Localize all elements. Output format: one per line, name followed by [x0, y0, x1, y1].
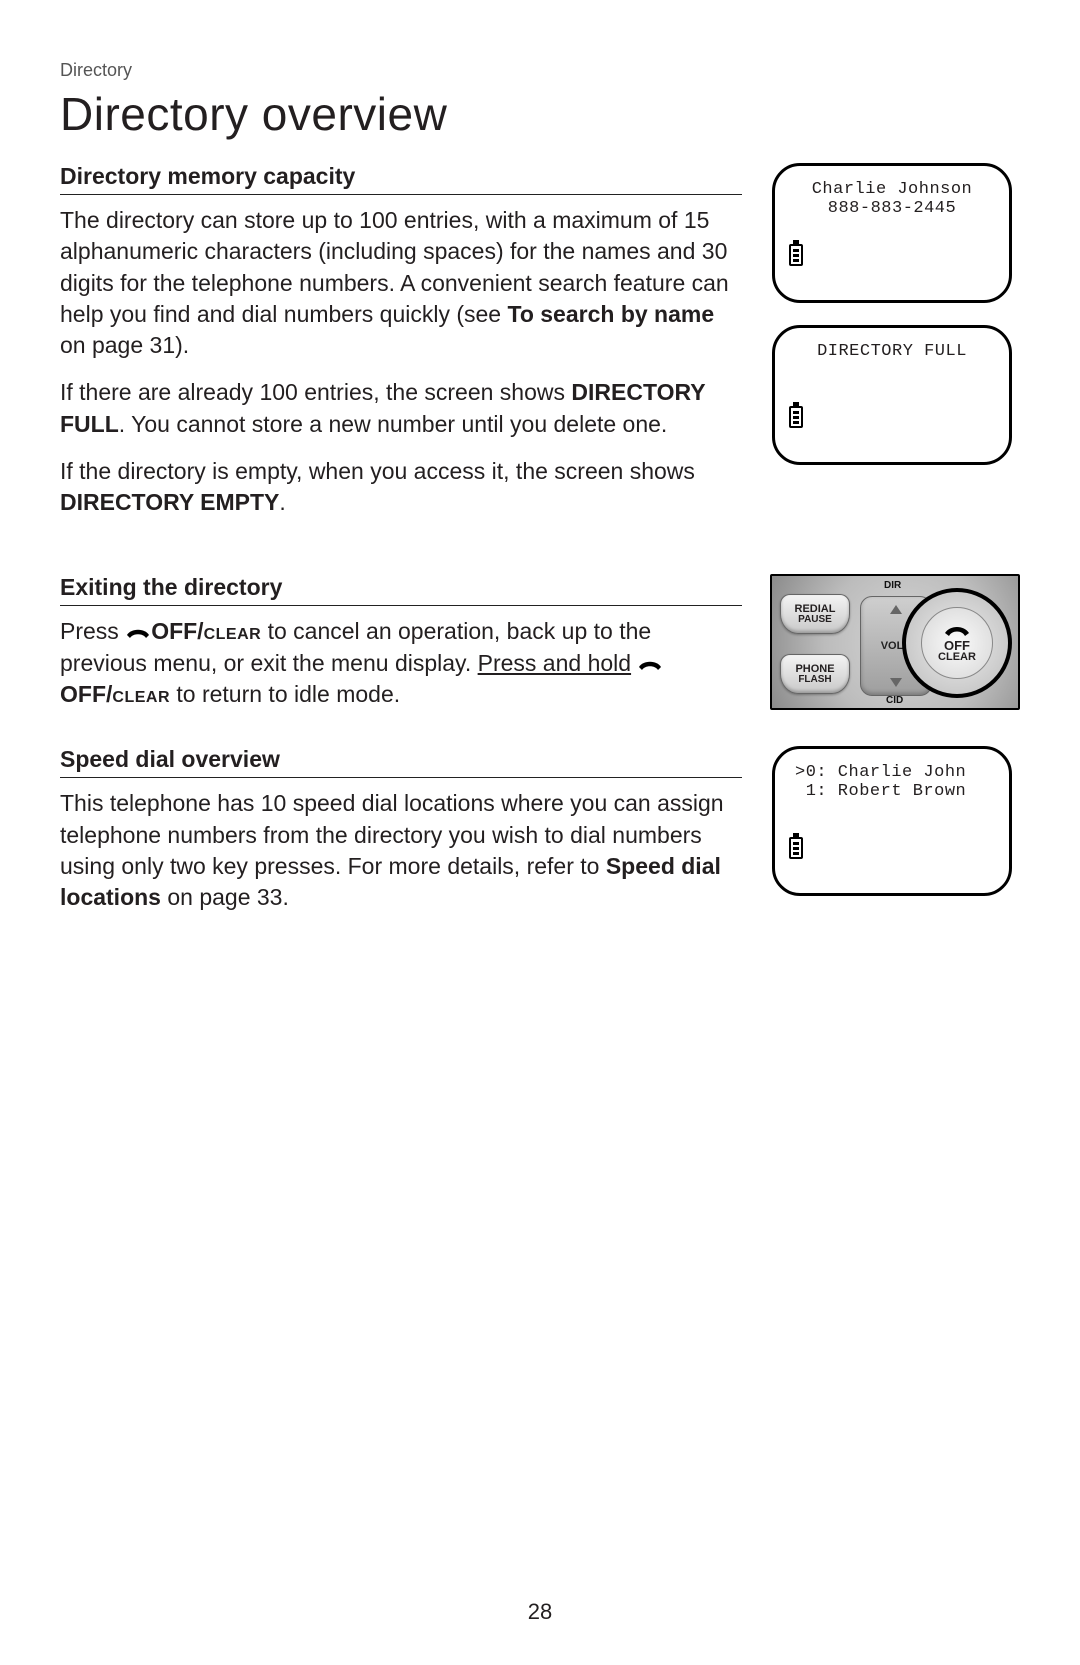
- lcd-line: >0: Charlie John: [787, 763, 997, 782]
- hangup-icon: [125, 626, 151, 640]
- text: on page 31).: [60, 332, 189, 358]
- keypad-phone-flash-button: PHONE FLASH: [780, 654, 850, 694]
- key-text: FLASH: [798, 675, 831, 685]
- section-heading-exiting: Exiting the directory: [60, 574, 742, 606]
- hangup-icon: [943, 624, 971, 638]
- keypad-off-clear-button: OFF CLEAR: [921, 607, 993, 679]
- manual-page: Directory Directory overview Directory m…: [0, 0, 1080, 1665]
- breadcrumb: Directory: [60, 60, 1020, 81]
- lcd-screen-speed-dial: >0: Charlie John 1: Robert Brown: [772, 746, 1012, 896]
- battery-icon: [789, 406, 803, 428]
- section-heading-memory: Directory memory capacity: [60, 163, 742, 195]
- keypad-label-dir: DIR: [884, 580, 901, 591]
- text: on page 33.: [161, 884, 289, 910]
- text: Press: [60, 618, 125, 644]
- memory-paragraph-1: The directory can store up to 100 entrie…: [60, 205, 742, 361]
- battery-icon: [789, 244, 803, 266]
- keypad-off-clear-highlight: OFF CLEAR: [902, 588, 1012, 698]
- hangup-icon: [637, 658, 663, 672]
- exiting-paragraph: Press OFF/clear to cancel an operation, …: [60, 616, 742, 710]
- keypad-redial-pause-button: REDIAL PAUSE: [780, 594, 850, 634]
- key-text: PAUSE: [798, 615, 832, 625]
- text-bold: To search by name: [507, 301, 714, 327]
- text-underline: Press and hold: [478, 650, 631, 676]
- text-bold: DIRECTORY EMPTY: [60, 489, 279, 515]
- key-label: OFF/: [151, 618, 203, 644]
- lcd-line: DIRECTORY FULL: [787, 342, 997, 361]
- text: If there are already 100 entries, the sc…: [60, 379, 571, 405]
- lcd-screen-entry: Charlie Johnson 888-883-2445: [772, 163, 1012, 303]
- keypad-figure: DIR CID REDIAL PAUSE PHONE FLASH VOLU OF…: [770, 574, 1020, 710]
- page-title: Directory overview: [60, 87, 1020, 141]
- keypad-label-cid: CID: [886, 695, 903, 706]
- text: to return to idle mode.: [170, 681, 400, 707]
- battery-icon: [789, 837, 803, 859]
- section-heading-speed: Speed dial overview: [60, 746, 742, 778]
- memory-paragraph-3: If the directory is empty, when you acce…: [60, 456, 742, 519]
- speed-paragraph: This telephone has 10 speed dial locatio…: [60, 788, 742, 913]
- lcd-screen-full: DIRECTORY FULL: [772, 325, 1012, 465]
- key-label: OFF/: [60, 681, 112, 707]
- page-number: 28: [0, 1599, 1080, 1625]
- text: .: [279, 489, 285, 515]
- memory-paragraph-2: If there are already 100 entries, the sc…: [60, 377, 742, 440]
- lcd-line: 1: Robert Brown: [787, 782, 997, 801]
- text: . You cannot store a new number until yo…: [119, 411, 668, 437]
- lcd-line: Charlie Johnson: [787, 180, 997, 199]
- key-label: clear: [204, 618, 262, 644]
- text: If the directory is empty, when you acce…: [60, 458, 695, 484]
- lcd-line: 888-883-2445: [787, 199, 997, 218]
- key-label: clear: [112, 681, 170, 707]
- key-text: CLEAR: [938, 652, 976, 663]
- key-text: OFF: [944, 639, 970, 652]
